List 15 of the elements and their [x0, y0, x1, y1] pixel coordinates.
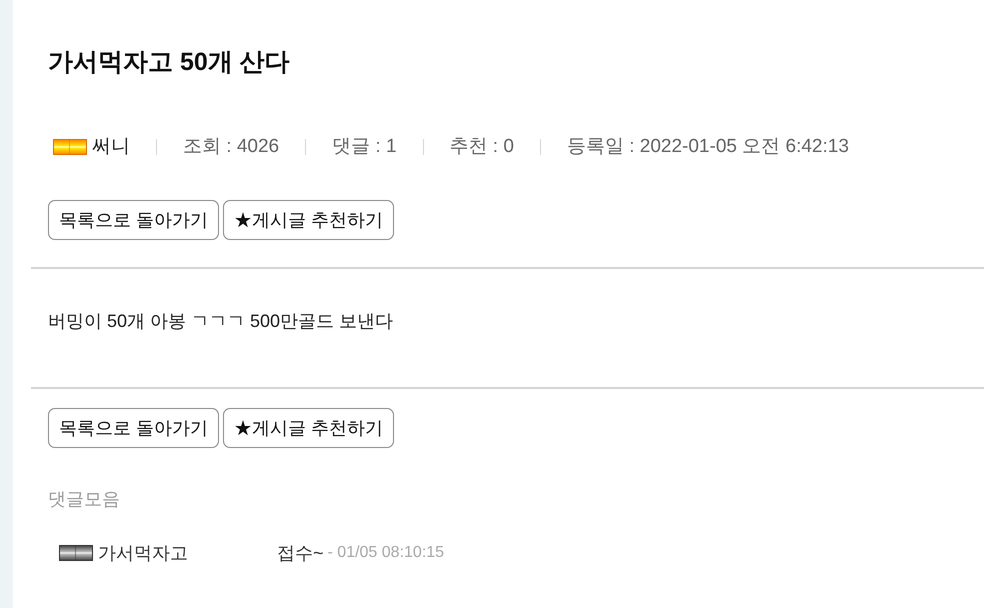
author-name: 써니: [92, 135, 130, 158]
recommend-button[interactable]: ★게시글 추천하기: [223, 200, 394, 240]
comments-heading: 댓글모음: [48, 488, 121, 511]
meta-info: 조회 : 4026: [183, 135, 280, 158]
meta-info: 추천 : 0: [450, 135, 514, 158]
post-title: 가서먹자고 50개 산다: [48, 48, 291, 76]
comment-time: - 01/05 08:10:15: [328, 543, 444, 563]
meta-info: 댓글 : 1: [332, 135, 397, 158]
comment-author: 가서먹자고: [98, 542, 188, 565]
recommend-button[interactable]: ★게시글 추천하기: [223, 408, 394, 448]
meta-info: 등록일 : 2022-01-05 오전 6:42:13: [566, 135, 849, 158]
comment-text: 접수~: [277, 542, 324, 565]
post-body: 버밍이 50개 아봉 ㄱㄱㄱ 500만골드 보낸다: [48, 310, 394, 333]
back-to-list-button[interactable]: 목록으로 돌아가기: [48, 200, 220, 240]
back-to-list-button[interactable]: 목록으로 돌아가기: [48, 408, 220, 448]
